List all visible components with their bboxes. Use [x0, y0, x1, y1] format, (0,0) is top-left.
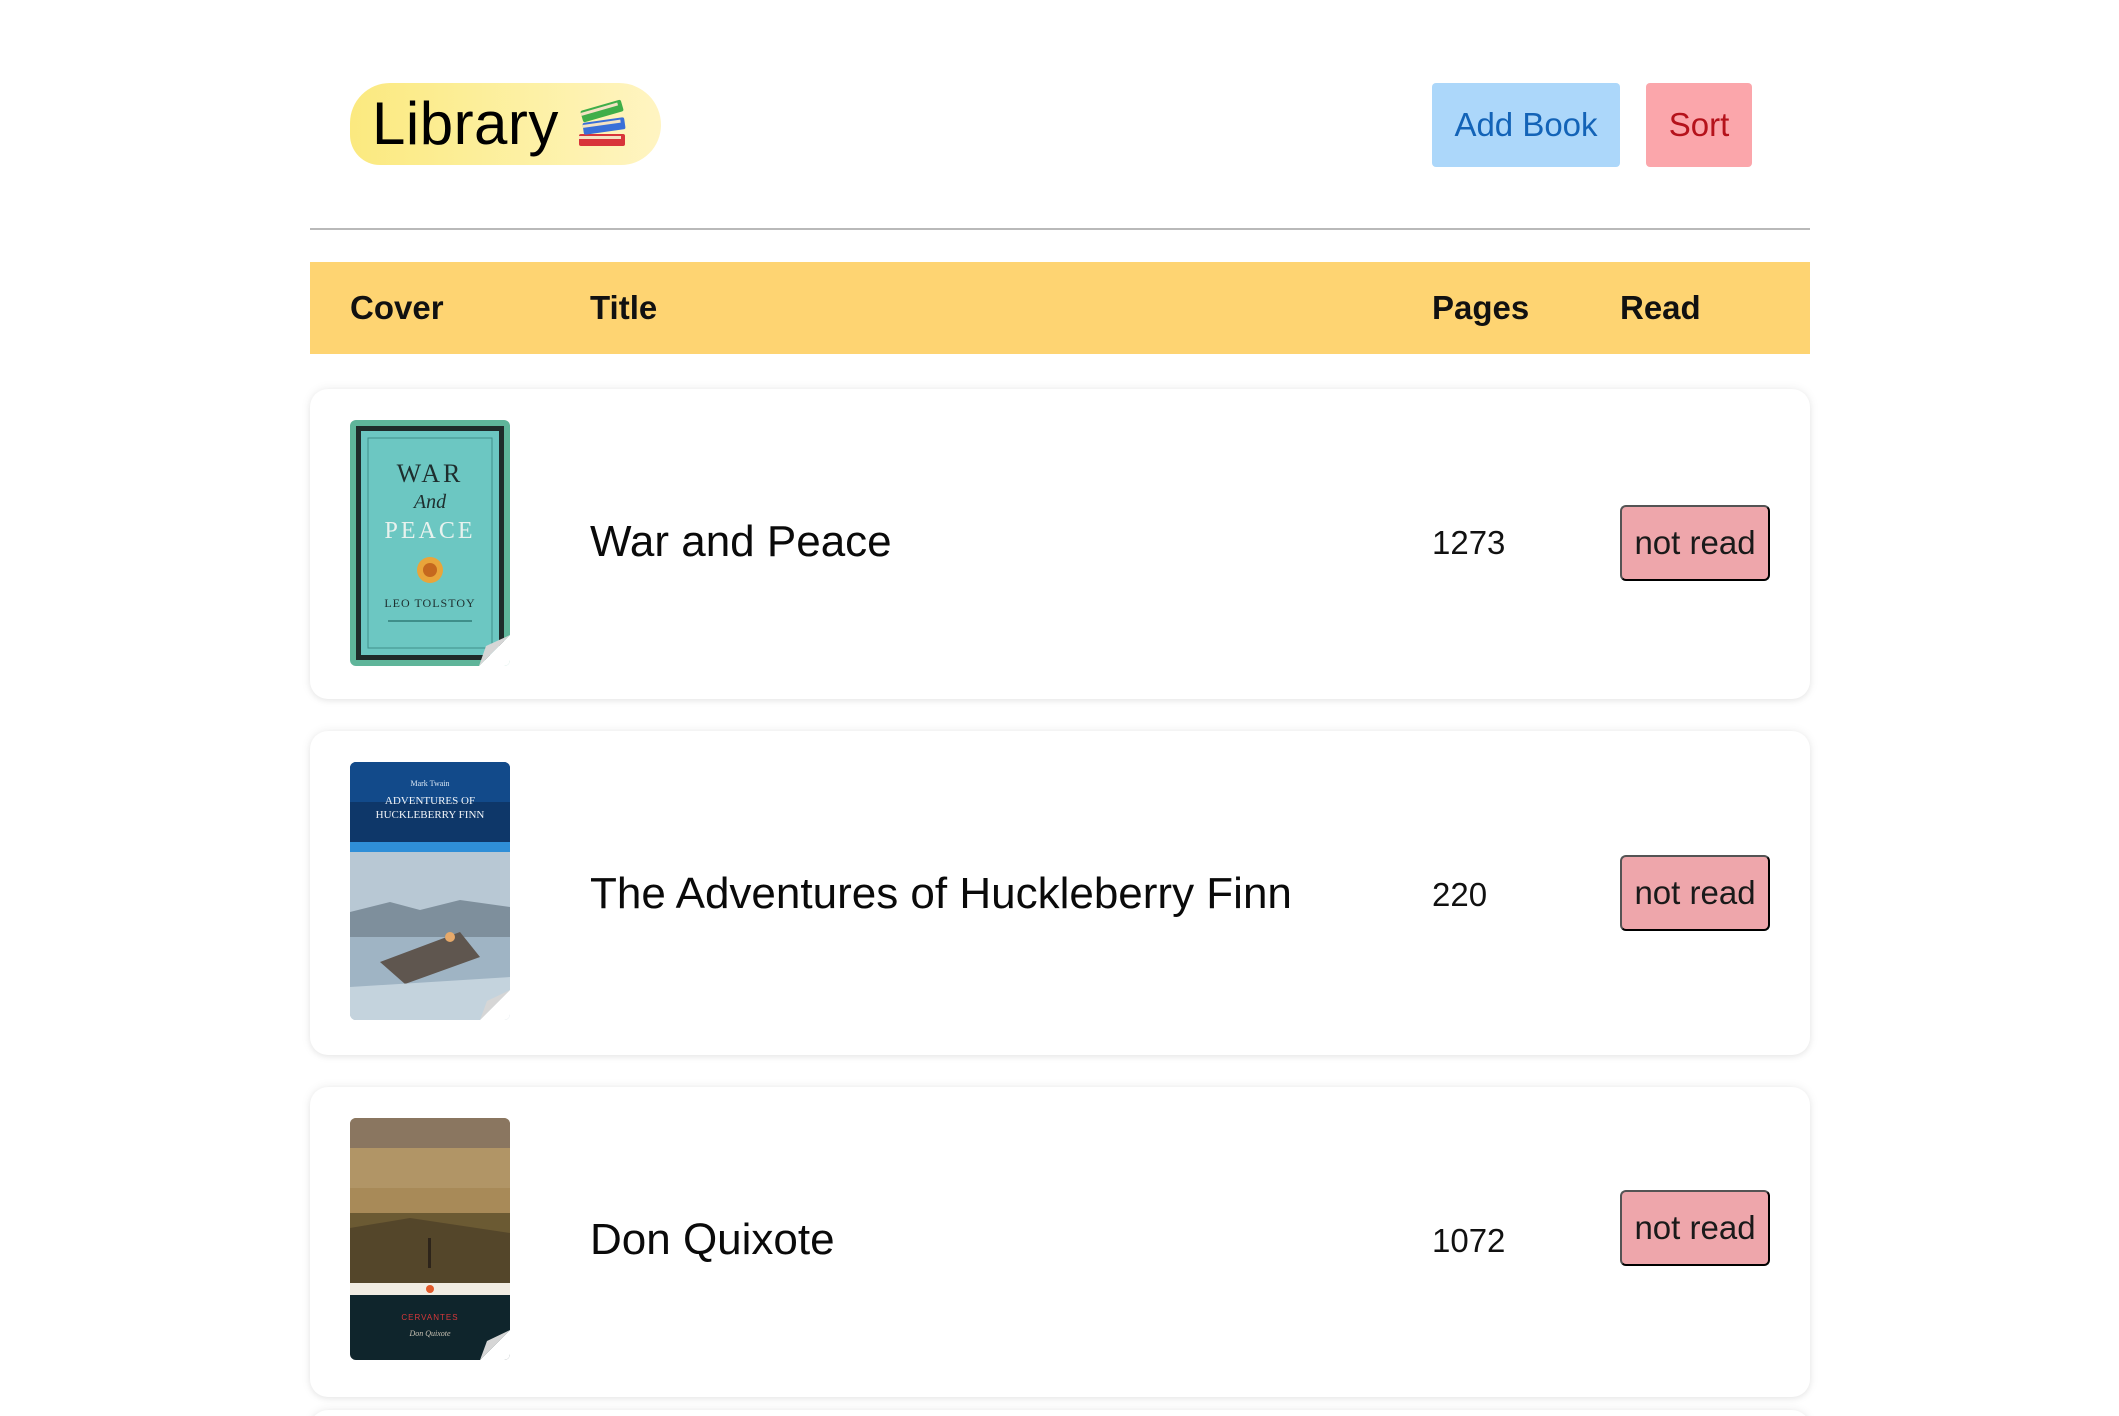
add-book-button[interactable]: Add Book	[1432, 83, 1620, 167]
column-header-pages: Pages	[1432, 289, 1530, 326]
cover-text: Don Quixote	[408, 1329, 451, 1338]
table-row: CERVANTES Don Quixote Don Quixote 1072 n…	[310, 1087, 1810, 1397]
book-title: Don Quixote	[590, 1215, 835, 1264]
page-title: Library	[372, 90, 559, 157]
cover-text: HUCKLEBERRY FINN	[376, 809, 485, 821]
table-row: Mark Twain ADVENTURES OF HUCKLEBERRY FIN…	[310, 731, 1810, 1055]
cover-text: CERVANTES	[401, 1313, 458, 1322]
column-header-read: Read	[1620, 289, 1701, 326]
cover-text: PEACE	[384, 518, 475, 544]
book-title: War and Peace	[590, 517, 892, 566]
sort-button[interactable]: Sort	[1646, 83, 1752, 167]
cover-text: LEO TOLSTOY	[384, 596, 475, 610]
book-cover: Mark Twain ADVENTURES OF HUCKLEBERRY FIN…	[350, 762, 510, 1020]
read-status-button[interactable]: not read	[1620, 855, 1770, 931]
cover-text: ADVENTURES OF	[385, 795, 475, 807]
book-pages: 1273	[1432, 524, 1506, 561]
book-pages: 220	[1432, 876, 1488, 913]
book-cover: WAR And PEACE LEO TOLSTOY	[350, 420, 510, 666]
table-row	[310, 1410, 1810, 1416]
book-cover: CERVANTES Don Quixote	[350, 1118, 510, 1360]
cover-text: WAR	[397, 459, 464, 488]
read-status-button[interactable]: not read	[1620, 1190, 1770, 1266]
books-icon	[573, 96, 631, 152]
book-pages: 1072	[1432, 1222, 1506, 1259]
cover-text: And	[412, 491, 447, 513]
table-row: WAR And PEACE LEO TOLSTOY War and Peace …	[310, 389, 1810, 699]
column-header-title: Title	[590, 289, 658, 326]
logo: Library	[350, 83, 661, 165]
read-status-button[interactable]: not read	[1620, 505, 1770, 581]
header: Library Add Book Sort	[310, 83, 1810, 168]
library-page: Library Add Book Sort Cover Title Pages …	[0, 0, 2119, 1416]
cover-text: Mark Twain	[410, 779, 449, 788]
column-header-cover: Cover	[350, 289, 444, 326]
book-title: The Adventures of Huckleberry Finn	[590, 869, 1292, 918]
table-header: Cover Title Pages Read	[310, 262, 1810, 354]
divider	[310, 228, 1810, 230]
